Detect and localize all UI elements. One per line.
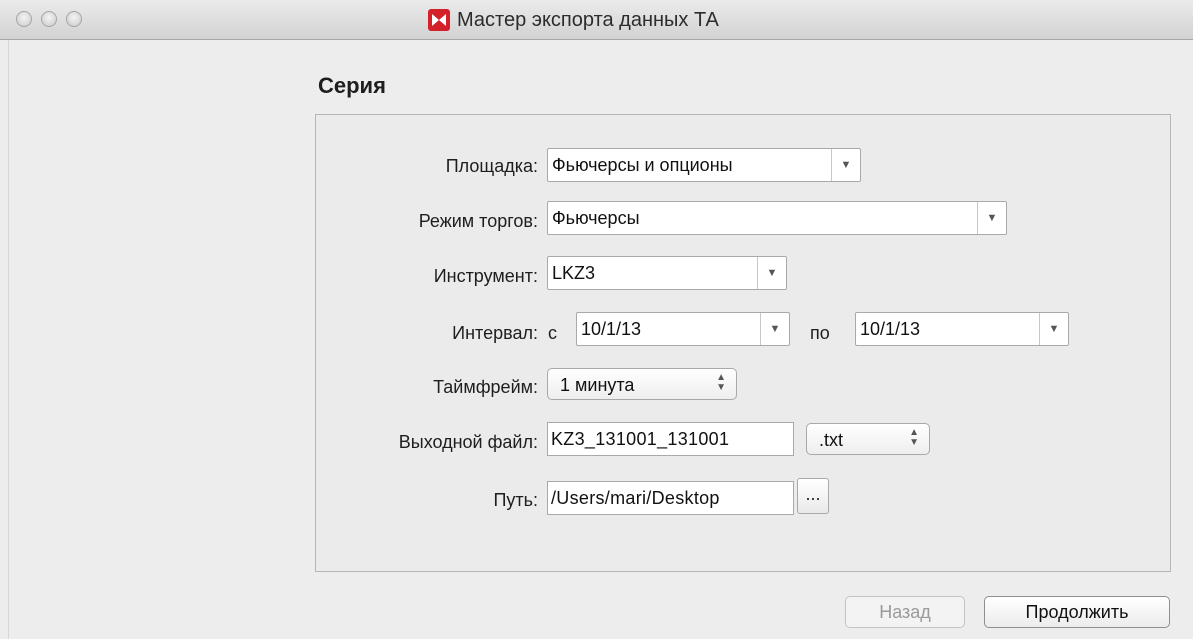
window-title-text: Мастер экспорта данных ТА [457,8,719,31]
interval-from-value: 10/1/13 [581,319,642,339]
interval-to-value: 10/1/13 [860,319,921,339]
chevron-down-icon[interactable]: ▼ [1039,313,1068,345]
zoom-window-button[interactable] [66,11,82,27]
browse-path-button[interactable]: ... [797,478,829,514]
instrument-combobox[interactable]: LKZ3 ▼ [547,256,787,290]
updown-arrows-icon: ▲ ▼ [909,427,919,448]
instrument-label: Инструмент: [433,266,538,286]
minimize-window-button[interactable] [41,11,57,27]
timeframe-label: Таймфрейм: [433,377,538,397]
mode-label: Режим торгов: [418,211,538,231]
instrument-value: LKZ3 [552,263,596,283]
window-title: Мастер экспорта данных ТА [428,8,719,32]
output-file-value: KZ3_131001_131001 [551,429,730,449]
interval-label: Интервал: [452,323,538,343]
window-titlebar: Мастер экспорта данных ТА [0,0,1193,40]
output-file-label: Выходной файл: [398,432,538,452]
trading-mode-value: Фьючерсы [552,208,640,228]
venue-combobox[interactable]: Фьючерсы и опционы ▼ [547,148,861,182]
chevron-down-icon[interactable]: ▼ [831,149,860,181]
left-divider [8,40,9,639]
path-input[interactable]: /Users/mari/Desktop [547,481,794,515]
chevron-down-icon[interactable]: ▼ [757,257,786,289]
chevron-down-icon[interactable]: ▼ [977,202,1006,234]
interval-to-date[interactable]: 10/1/13 ▼ [855,312,1069,346]
chevron-down-icon[interactable]: ▼ [760,313,789,345]
interval-from-date[interactable]: 10/1/13 ▼ [576,312,790,346]
venue-label: Площадка: [445,156,538,176]
interval-to-prefix: по [810,323,830,343]
output-file-input[interactable]: KZ3_131001_131001 [547,422,794,456]
continue-button[interactable]: Продолжить [984,596,1170,628]
back-button[interactable]: Назад [845,596,965,628]
file-extension-popup[interactable]: .txt ▲ ▼ [806,423,930,455]
venue-value: Фьючерсы и опционы [552,155,733,175]
file-extension-value: .txt [819,430,844,450]
close-window-button[interactable] [16,11,32,27]
app-logo-icon [428,9,450,31]
updown-arrows-icon: ▲ ▼ [716,372,726,393]
interval-from-prefix: с [548,323,557,343]
path-label: Путь: [493,490,538,510]
path-value: /Users/mari/Desktop [551,488,720,508]
timeframe-popup[interactable]: 1 минута ▲ ▼ [547,368,737,400]
trading-mode-combobox[interactable]: Фьючерсы ▼ [547,201,1007,235]
timeframe-value: 1 минута [560,375,635,395]
section-title: Серия [318,73,386,98]
